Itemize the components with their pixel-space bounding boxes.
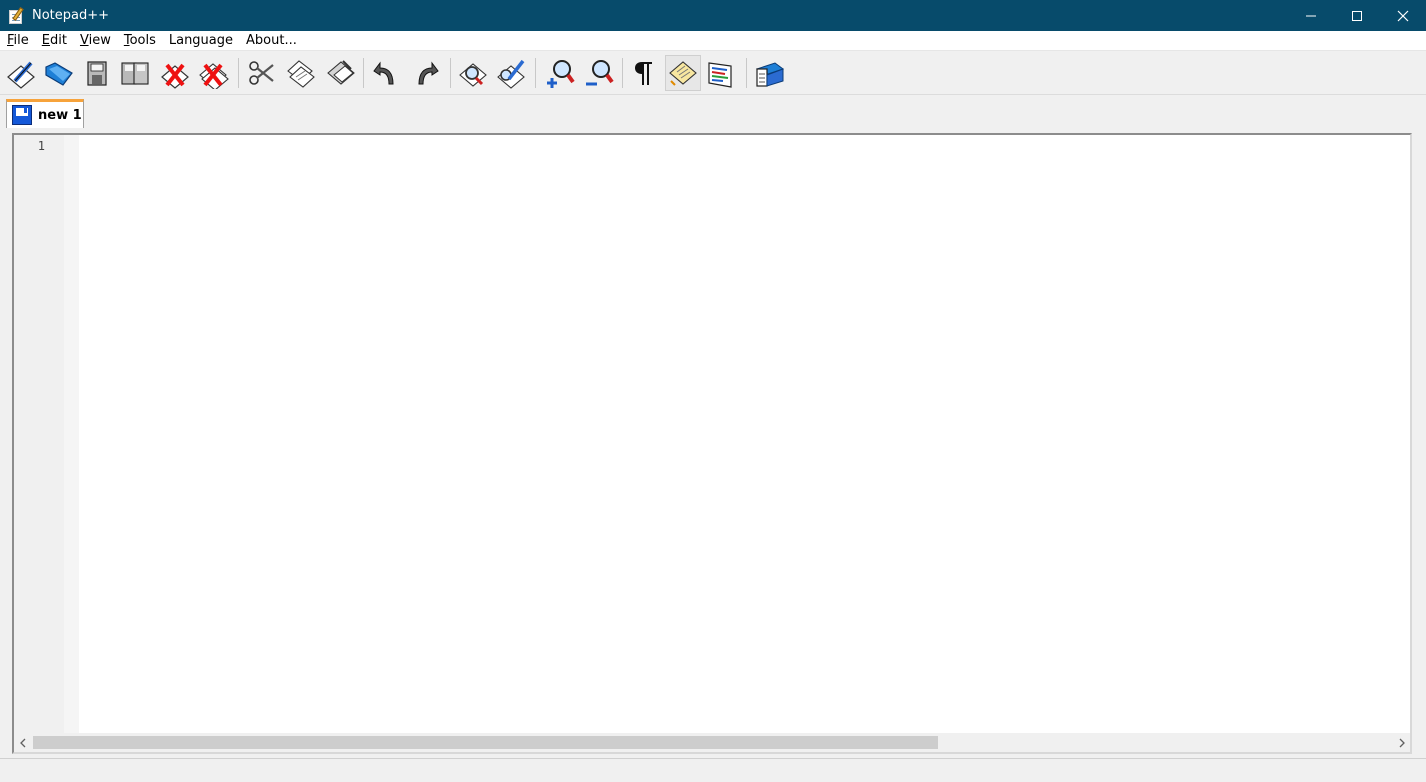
close-icon (1397, 10, 1409, 21)
tab-label: new 1 (38, 107, 82, 123)
scroll-right-button[interactable] (1393, 733, 1410, 752)
undo-icon (373, 61, 394, 85)
user-language-button[interactable] (703, 55, 739, 91)
title-bar: Notepad++ (0, 0, 1426, 31)
close-button-toolbar[interactable] (157, 55, 193, 91)
maximize-icon (1352, 10, 1362, 21)
zoom-out-button[interactable] (581, 55, 617, 91)
pilcrow-icon (635, 62, 652, 85)
undo-button[interactable] (368, 55, 404, 91)
toolbar-separator (363, 58, 364, 88)
line-number: 1 (37, 139, 45, 153)
scissors-icon (249, 61, 274, 85)
copy-button[interactable] (283, 55, 319, 91)
close-button[interactable] (1380, 0, 1426, 31)
zoom-in-button[interactable] (541, 55, 577, 91)
replace-icon (497, 59, 525, 89)
close-all-icon (199, 63, 229, 89)
lang-icon (708, 62, 732, 88)
paste-button[interactable] (323, 55, 359, 91)
minimize-button[interactable] (1288, 0, 1334, 31)
text-editing-area[interactable] (79, 135, 1410, 733)
find-icon (459, 63, 487, 87)
redo-icon (418, 61, 439, 85)
maximize-button[interactable] (1334, 0, 1380, 31)
cut-button[interactable] (243, 55, 279, 91)
menu-bar: File Edit View Tools Language About... (0, 31, 1426, 51)
new-file-button[interactable] (3, 55, 39, 91)
paste-icon (327, 60, 355, 85)
find-button[interactable] (455, 55, 491, 91)
show-all-chars-button[interactable] (627, 55, 663, 91)
scroll-left-button[interactable] (14, 733, 31, 752)
word-wrap-button[interactable] (665, 55, 701, 91)
minimize-icon (1306, 15, 1316, 16)
horizontal-scrollbar[interactable] (14, 733, 1410, 752)
zoom-out-icon (586, 60, 614, 86)
menu-edit[interactable]: Edit (36, 31, 73, 51)
pencil-paper-icon (7, 61, 35, 89)
toolbar (0, 52, 1426, 95)
copy-icon (287, 60, 315, 88)
save-button[interactable] (79, 55, 115, 91)
save-all-button[interactable] (117, 55, 153, 91)
about-button[interactable] (751, 55, 787, 91)
replace-button[interactable] (493, 55, 529, 91)
book-icon (755, 62, 785, 87)
tab-new-1[interactable]: new 1 (6, 99, 84, 128)
scrollbar-thumb[interactable] (33, 736, 938, 749)
menu-file[interactable]: File (1, 31, 35, 51)
editor: 1 (12, 133, 1412, 754)
redo-button[interactable] (408, 55, 444, 91)
status-bar (0, 758, 1426, 782)
folder-icon (45, 62, 73, 86)
floppy-icon (87, 61, 107, 86)
toolbar-separator (238, 58, 239, 88)
toolbar-separator (450, 58, 451, 88)
chevron-right-icon (1399, 738, 1405, 747)
toolbar-separator (746, 58, 747, 88)
close-doc-icon (161, 63, 189, 89)
close-all-button[interactable] (195, 55, 231, 91)
tab-strip: new 1 (0, 96, 1426, 130)
toolbar-separator (535, 58, 536, 88)
open-file-button[interactable] (41, 55, 77, 91)
toolbar-separator (622, 58, 623, 88)
saved-floppy-icon (12, 105, 32, 125)
chevron-left-icon (19, 738, 25, 747)
floppies-icon (121, 62, 149, 85)
menu-view[interactable]: View (74, 31, 117, 51)
menu-tools[interactable]: Tools (118, 31, 162, 51)
zoom-in-icon (547, 60, 575, 88)
menu-language[interactable]: Language (163, 31, 239, 51)
menu-about[interactable]: About... (240, 31, 303, 51)
line-number-margin: 1 (14, 135, 64, 733)
notepad-app-icon (8, 6, 26, 25)
window-title: Notepad++ (32, 8, 110, 23)
fold-margin[interactable] (64, 135, 79, 733)
notepad-icon (669, 61, 697, 86)
